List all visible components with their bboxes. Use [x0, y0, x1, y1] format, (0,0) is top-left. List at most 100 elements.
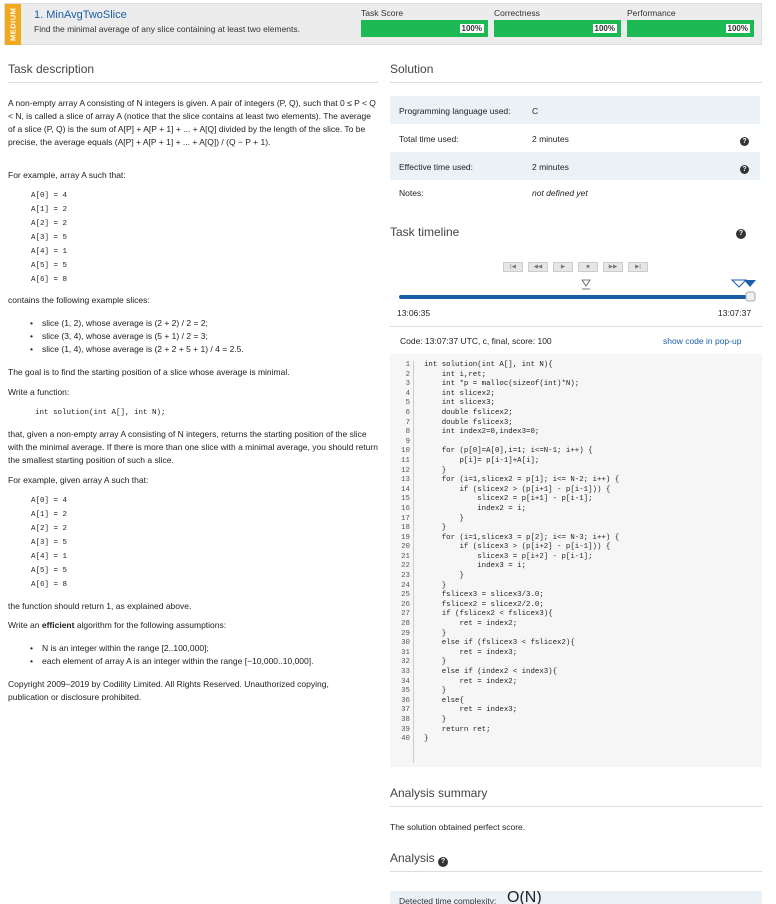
assumption-item: each element of array A is an integer wi…	[30, 656, 314, 666]
line-number: 34	[401, 677, 410, 686]
array-element: A[4] = 1	[31, 248, 68, 256]
line-number: 18	[401, 524, 410, 533]
complexity-value: O(N)	[507, 891, 542, 904]
notes-value: not defined yet	[532, 188, 588, 198]
array-element: A[4] = 1	[31, 553, 68, 561]
performance-value: 100%	[725, 24, 750, 33]
rewind-button[interactable]: ◀◀	[528, 262, 548, 272]
line-number: 1	[405, 361, 410, 369]
line-number: 26	[401, 600, 410, 609]
correctness-label: Correctness	[494, 8, 540, 18]
show-code-popup-link[interactable]: show code in pop-up	[663, 335, 741, 348]
code-version-label: Code: 13:07:37 UTC, c, final, score: 100	[400, 336, 552, 346]
divider	[390, 806, 762, 807]
function-signature: int solution(int A[], int N);	[35, 409, 166, 417]
line-number: 12	[401, 466, 410, 475]
marker-icon	[744, 280, 756, 287]
divider	[8, 82, 378, 83]
line-number: 17	[401, 514, 410, 523]
divider	[390, 326, 762, 327]
task-timeline-heading: Task timeline	[390, 225, 460, 239]
line-number: 20	[401, 543, 410, 552]
performance-label: Performance	[627, 8, 676, 18]
line-number: 38	[401, 715, 410, 724]
line-number: 3	[405, 380, 410, 389]
line-number: 15	[401, 495, 410, 504]
line-number: 13	[401, 476, 410, 485]
timeline-end: 13:07:37	[718, 308, 752, 318]
help-icon[interactable]: ?	[736, 229, 746, 239]
help-icon[interactable]: ?	[438, 857, 449, 867]
line-number: 4	[405, 389, 410, 398]
timeline-start: 13:06:35	[397, 308, 431, 318]
line-number: 36	[401, 696, 410, 705]
line-number: 21	[401, 552, 410, 561]
line-number: 2	[405, 370, 410, 379]
analysis-heading: Analysis ?	[390, 851, 449, 867]
fast-forward-button[interactable]: ▶▶	[603, 262, 623, 272]
stop-button[interactable]: ■	[578, 262, 598, 272]
array-element: A[3] = 5	[31, 539, 68, 547]
performance-bar: 100%	[627, 20, 754, 37]
total-time-row: Total time used: 2 minutes ?	[390, 124, 760, 152]
effective-time-label: Effective time used:	[399, 162, 474, 172]
line-number: 24	[401, 581, 410, 590]
copyright-notice: Copyright 2009–2019 by Codility Limited.…	[8, 679, 329, 702]
slice-item: slice (1, 4), whose average is (2 + 2 + …	[30, 344, 244, 354]
line-number: 35	[401, 687, 410, 696]
effective-time-row: Effective time used: 2 minutes ?	[390, 152, 760, 180]
help-icon[interactable]: ?	[740, 137, 749, 146]
play-button[interactable]: ▶	[553, 262, 573, 272]
line-number: 40	[401, 735, 410, 744]
array-element: A[2] = 2	[31, 220, 68, 228]
line-number: 33	[401, 668, 410, 676]
correctness-bar: 100%	[494, 20, 621, 37]
timeline-slider[interactable]	[390, 277, 762, 305]
help-icon[interactable]: ?	[740, 165, 749, 174]
total-time-value: 2 minutes	[532, 134, 569, 144]
last-button[interactable]: ▶|	[628, 262, 648, 272]
efficiency-requirement: Write an efficient algorithm for the fol…	[8, 620, 227, 630]
array-element: A[0] = 4	[31, 497, 68, 505]
line-number: 19	[401, 533, 410, 542]
task-title-link[interactable]: 1. MinAvgTwoSlice	[34, 9, 127, 21]
array-element: A[5] = 5	[31, 262, 68, 270]
divider	[390, 871, 762, 872]
solution-heading: Solution	[390, 62, 434, 76]
line-number: 6	[405, 408, 410, 417]
line-number: 11	[401, 456, 410, 465]
difficulty-badge: MEDIUM	[5, 4, 21, 45]
line-number: 9	[405, 437, 410, 446]
array-element: A[2] = 2	[31, 525, 68, 533]
language-value: C	[532, 106, 539, 116]
language-label: Programming language used:	[399, 106, 511, 116]
total-time-label: Total time used:	[399, 134, 459, 144]
marker-icon	[730, 279, 748, 288]
line-number: 14	[401, 485, 410, 494]
notes-label: Notes:	[399, 188, 424, 198]
return-explanation: the function should return 1, as explain…	[8, 601, 192, 611]
line-number: 27	[401, 610, 410, 619]
example2-intro: For example, given array A such that:	[8, 475, 149, 485]
marker-icon	[581, 279, 591, 287]
line-number: 23	[401, 572, 410, 581]
array-element: A[3] = 5	[31, 234, 68, 242]
notes-row: Notes: not defined yet	[390, 180, 760, 208]
array-element: A[1] = 2	[31, 511, 68, 519]
correctness-value: 100%	[592, 24, 617, 33]
first-button[interactable]: |◀	[503, 262, 523, 272]
line-number: 5	[405, 399, 410, 408]
slices-intro: contains the following example slices:	[8, 295, 150, 305]
line-numbers: 1 2 3 4 5 6 7 8 9 10 11 12 13 14 15 16 17 18 19 20 21 22 23 24 2…	[394, 361, 410, 745]
array-element: A[5] = 5	[31, 567, 68, 575]
complexity-label: Detected time complexity:	[399, 896, 497, 904]
task-score-value: 100%	[459, 24, 484, 33]
slider-handle[interactable]	[745, 291, 756, 302]
line-number: 25	[401, 591, 410, 600]
slice-item: slice (3, 4), whose average is (5 + 1) /…	[30, 331, 208, 341]
goal-text: The goal is to find the starting positio…	[8, 367, 290, 377]
task-description-heading: Task description	[8, 62, 95, 76]
slider-track	[399, 295, 753, 299]
language-row: Programming language used: C	[390, 96, 760, 124]
line-number: 31	[401, 648, 410, 657]
